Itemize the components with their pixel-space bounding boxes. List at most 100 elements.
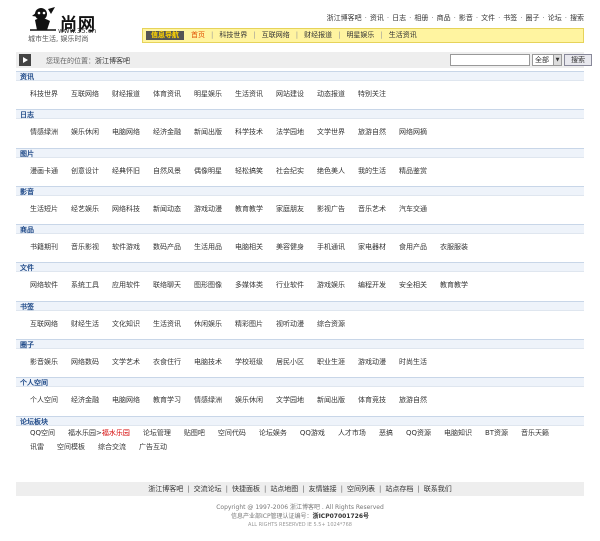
section-link[interactable]: 科学技术 — [235, 128, 263, 137]
chevron-down-icon[interactable]: ▼ — [553, 55, 561, 65]
search-button[interactable]: 搜索 — [564, 54, 592, 66]
forum-link[interactable]: 广告互动 — [139, 443, 167, 452]
forum-link[interactable]: 讯雷 — [30, 443, 44, 452]
section-link[interactable]: 游戏动漫 — [358, 358, 386, 367]
section-link[interactable]: 旅游自然 — [358, 128, 386, 137]
section-link[interactable]: 家电器材 — [358, 243, 386, 252]
top-link[interactable]: 圈子 — [526, 14, 540, 22]
top-link[interactable]: 日志 — [392, 14, 406, 22]
section-link[interactable]: 电脑网络 — [112, 396, 140, 405]
section-link[interactable]: 体育资讯 — [153, 90, 181, 99]
section-link[interactable]: 情感绿洲 — [194, 396, 222, 405]
section-link[interactable]: 互联网络 — [30, 320, 58, 329]
section-link[interactable]: 游戏娱乐 — [317, 281, 345, 290]
section-link[interactable]: 生活短片 — [30, 205, 58, 214]
section-link[interactable]: 综合资源 — [317, 320, 345, 329]
section-link[interactable]: 图形图像 — [194, 281, 222, 290]
top-link[interactable]: 浙江博客吧 — [327, 14, 362, 22]
section-link[interactable]: 互联网络 — [71, 90, 99, 99]
footer-link[interactable]: 站点存档 — [385, 485, 413, 493]
section-link[interactable]: 食用产品 — [399, 243, 427, 252]
site-logo[interactable]: 尚网 www.35.cn 城市生活, 娱乐时尚 — [28, 6, 138, 43]
forum-link[interactable]: QQ空间 — [30, 429, 55, 438]
footer-link[interactable]: 友情链接 — [309, 485, 337, 493]
section-link[interactable]: 娱乐休闲 — [71, 128, 99, 137]
section-link[interactable]: 旅游自然 — [399, 396, 427, 405]
section-link[interactable]: 生活资讯 — [153, 320, 181, 329]
section-link[interactable]: 轻松搞笑 — [235, 167, 263, 176]
section-link[interactable]: 美容健身 — [276, 243, 304, 252]
section-link[interactable]: 新闻动态 — [153, 205, 181, 214]
section-link[interactable]: 教育学习 — [153, 396, 181, 405]
section-link[interactable]: 漫画卡通 — [30, 167, 58, 176]
top-link[interactable]: 影音 — [459, 14, 473, 22]
section-link[interactable]: 新闻出版 — [194, 128, 222, 137]
section-link[interactable]: 多媒体类 — [235, 281, 263, 290]
section-link[interactable]: 娱乐休闲 — [235, 396, 263, 405]
footer-link[interactable]: 站点地图 — [270, 485, 298, 493]
section-link[interactable]: 文学艺术 — [112, 358, 140, 367]
section-title[interactable]: 日志 — [20, 111, 34, 119]
section-title[interactable]: 论坛板块 — [20, 418, 48, 426]
forum-link[interactable]: QQ游戏 — [300, 429, 325, 438]
nav-item[interactable]: 生活资讯 — [389, 31, 417, 39]
section-link[interactable]: 应用软件 — [112, 281, 140, 290]
forum-link[interactable]: 福水乐园 — [102, 429, 130, 438]
section-link[interactable]: 休闲娱乐 — [194, 320, 222, 329]
section-link[interactable]: 家庭朋友 — [276, 205, 304, 214]
section-link[interactable]: 我的生活 — [358, 167, 386, 176]
top-link[interactable]: 搜索 — [570, 14, 584, 22]
section-title[interactable]: 圈子 — [20, 341, 34, 349]
section-link[interactable]: 个人空间 — [30, 396, 58, 405]
forum-link[interactable]: 恶搞 — [379, 429, 393, 438]
forum-link[interactable]: BT资源 — [485, 429, 508, 438]
search-category-select[interactable]: 全部 ▼ — [532, 54, 562, 66]
footer-link[interactable]: 联系我们 — [424, 485, 452, 493]
section-link[interactable]: 数码产品 — [153, 243, 181, 252]
section-link[interactable]: 文化知识 — [112, 320, 140, 329]
section-title[interactable]: 资讯 — [20, 73, 34, 81]
section-link[interactable]: 音乐艺术 — [358, 205, 386, 214]
section-link[interactable]: 体育竞技 — [358, 396, 386, 405]
section-link[interactable]: 经艺娱乐 — [71, 205, 99, 214]
section-link[interactable]: 行业软件 — [276, 281, 304, 290]
section-link[interactable]: 经典怀旧 — [112, 167, 140, 176]
section-link[interactable]: 网站建设 — [276, 90, 304, 99]
section-link[interactable]: 联络聊天 — [153, 281, 181, 290]
section-link[interactable]: 书籍期刊 — [30, 243, 58, 252]
section-link[interactable]: 网络网摘 — [399, 128, 427, 137]
section-link[interactable]: 网络数码 — [71, 358, 99, 367]
forum-link[interactable]: 福水乐园 — [68, 429, 96, 438]
section-link[interactable]: 生活资讯 — [235, 90, 263, 99]
top-link[interactable]: 资讯 — [370, 14, 384, 22]
top-link[interactable]: 书签 — [503, 14, 517, 22]
section-link[interactable]: 文学园地 — [276, 396, 304, 405]
section-link[interactable]: 社会纪实 — [276, 167, 304, 176]
section-link[interactable]: 经济金融 — [71, 396, 99, 405]
section-link[interactable]: 自然风景 — [153, 167, 181, 176]
top-link[interactable]: 相册 — [414, 14, 428, 22]
section-link[interactable]: 法学园地 — [276, 128, 304, 137]
section-link[interactable]: 编程开发 — [358, 281, 386, 290]
top-link[interactable]: 论坛 — [548, 14, 562, 22]
section-link[interactable]: 财经报道 — [112, 90, 140, 99]
location-site-link[interactable]: 浙江博客吧 — [95, 57, 130, 65]
section-link[interactable]: 新闻出版 — [317, 396, 345, 405]
nav-item[interactable]: 首页 — [191, 31, 205, 39]
section-title[interactable]: 商品 — [20, 226, 34, 234]
section-link[interactable]: 经济金融 — [153, 128, 181, 137]
forum-link[interactable]: 贴图吧 — [184, 429, 205, 438]
section-link[interactable]: 影视广告 — [317, 205, 345, 214]
section-link[interactable]: 居民小区 — [276, 358, 304, 367]
section-link[interactable]: 时尚生活 — [399, 358, 427, 367]
forum-link[interactable]: 综合交流 — [98, 443, 126, 452]
section-link[interactable]: 学校班级 — [235, 358, 263, 367]
section-link[interactable]: 职业生涯 — [317, 358, 345, 367]
section-link[interactable]: 游戏动漫 — [194, 205, 222, 214]
section-link[interactable]: 系统工具 — [71, 281, 99, 290]
section-link[interactable]: 衣食住行 — [153, 358, 181, 367]
forum-link[interactable]: 空间模板 — [57, 443, 85, 452]
section-link[interactable]: 安全相关 — [399, 281, 427, 290]
section-link[interactable]: 音乐影视 — [71, 243, 99, 252]
section-link[interactable]: 网络科技 — [112, 205, 140, 214]
